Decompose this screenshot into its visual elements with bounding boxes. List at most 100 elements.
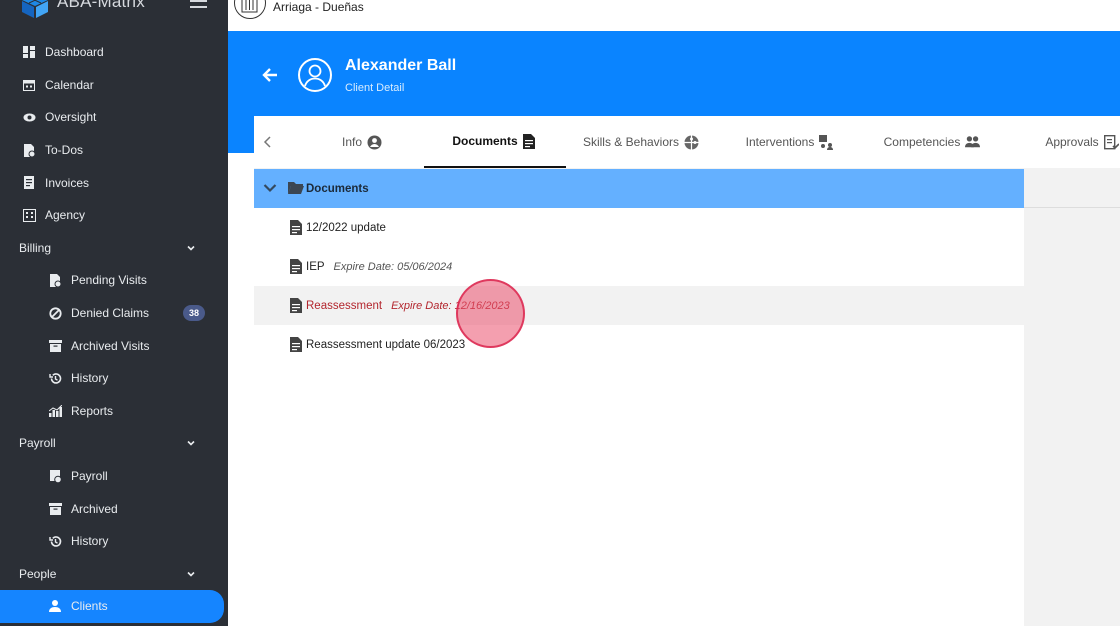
folder-label: Documents (306, 182, 369, 195)
sidebar-item-payroll-history[interactable]: History (0, 525, 228, 558)
tab-label: Documents (452, 134, 518, 148)
chevron-down-icon (187, 571, 195, 577)
tree-panel-side (1024, 169, 1120, 208)
sidebar-item-pending-visits[interactable]: Pending Visits (0, 264, 228, 297)
documents-folder-row[interactable]: Documents (254, 169, 1024, 208)
cube-logo-icon (22, 0, 48, 18)
hamburger-menu-icon[interactable] (190, 0, 207, 10)
sidebar-item-label: Oversight (45, 110, 97, 125)
sidebar-nav: Dashboard Calendar Oversight To-Dos Invo… (0, 36, 228, 623)
agency-icon (22, 208, 36, 222)
sidebar-item-label: To-Dos (45, 143, 84, 158)
history-icon (48, 371, 62, 385)
expire-date: Expire Date: 05/06/2024 (333, 260, 453, 273)
sidebar-item-label: Dashboard (45, 45, 104, 60)
sidebar-item-calendar[interactable]: Calendar (0, 69, 228, 102)
expire-date: Expire Date: 12/16/2023 (391, 299, 510, 312)
document-row-selected[interactable]: Reassessment Expire Date: 12/16/2023 (254, 286, 1024, 325)
organization-name: Arriaga - Dueñas (273, 0, 364, 14)
denied-icon (48, 306, 62, 320)
sidebar-item-archived-visits[interactable]: Archived Visits (0, 329, 228, 362)
approvals-icon (1103, 134, 1119, 150)
tab-label: Info (341, 135, 362, 149)
account-circle-icon (367, 135, 382, 150)
tab-label: Skills & Behaviors (582, 135, 680, 149)
calendar-icon (22, 78, 36, 92)
sidebar-item-label: Archived Visits (71, 338, 150, 353)
document-row[interactable]: IEP Expire Date: 05/06/2024 (254, 247, 1024, 286)
sidebar-item-clients[interactable]: Clients (0, 590, 224, 623)
document-icon (290, 220, 302, 235)
section-label: Billing (19, 240, 52, 255)
group-icon (965, 135, 981, 150)
document-icon (290, 298, 302, 313)
tab-label: Competencies (883, 135, 961, 149)
payroll-icon (48, 469, 62, 483)
invoice-icon (22, 176, 36, 190)
document-row[interactable]: Reassessment update 06/2023 (254, 325, 1024, 364)
puzzle-icon (684, 135, 699, 150)
sidebar-section-people[interactable]: People (0, 558, 228, 591)
folder-open-icon (288, 182, 304, 194)
tab-label: Approvals (1045, 135, 1099, 149)
reports-icon (48, 404, 62, 418)
chevron-down-icon (187, 245, 195, 251)
brand: ABA-Matrix (0, 0, 228, 22)
eye-icon (22, 110, 36, 124)
sidebar-item-oversight[interactable]: Oversight (0, 101, 228, 134)
document-row[interactable]: 12/2022 update (254, 208, 1024, 247)
todo-icon (22, 143, 36, 157)
sidebar-item-label: History (71, 371, 109, 386)
section-label: Payroll (19, 436, 56, 451)
organization-logo (234, 0, 266, 19)
client-detail-card: Info Documents Skills & Behaviors Interv… (254, 116, 1120, 626)
archive-icon (48, 339, 62, 353)
sidebar-item-history[interactable]: History (0, 362, 228, 395)
sidebar-item-todos[interactable]: To-Dos (0, 134, 228, 167)
sidebar-item-reports[interactable]: Reports (0, 395, 228, 428)
document-icon (522, 133, 538, 149)
document-icon (290, 259, 302, 274)
section-label: People (19, 566, 57, 581)
archive-icon (48, 502, 62, 516)
tab-info[interactable]: Info (302, 116, 422, 168)
tab-interventions[interactable]: Interventions (732, 116, 848, 168)
sidebar-item-dashboard[interactable]: Dashboard (0, 36, 228, 69)
interventions-icon (819, 134, 834, 150)
tab-label: Interventions (745, 135, 815, 149)
sidebar-item-label: Payroll (71, 469, 108, 484)
sidebar-item-label: History (71, 534, 109, 549)
chevron-down-icon[interactable] (263, 182, 277, 194)
sidebar-item-invoices[interactable]: Invoices (0, 166, 228, 199)
tab-competencies[interactable]: Competencies (874, 116, 990, 168)
history-icon (48, 534, 62, 548)
top-bar: Arriaga - Dueñas (228, 0, 1120, 31)
sidebar-item-label: Agency (45, 208, 86, 223)
sidebar: ABA-Matrix Dashboard Calendar Oversight … (0, 0, 228, 626)
sidebar-item-denied-claims[interactable]: Denied Claims 38 (0, 297, 228, 330)
client-subtitle: Client Detail (345, 82, 405, 94)
sidebar-item-label: Calendar (45, 77, 94, 92)
sidebar-item-label: Invoices (45, 175, 90, 190)
tab-documents[interactable]: Documents (424, 116, 566, 168)
tab-skills-behaviors[interactable]: Skills & Behaviors (570, 116, 712, 168)
sidebar-item-label: Reports (71, 403, 114, 418)
sidebar-section-payroll[interactable]: Payroll (0, 427, 228, 460)
sidebar-item-label: Clients (71, 599, 108, 614)
client-name: Alexander Ball (345, 57, 457, 74)
dashboard-icon (22, 45, 36, 59)
sidebar-item-archived[interactable]: Archived (0, 492, 228, 525)
sidebar-item-payroll[interactable]: Payroll (0, 460, 228, 493)
document-name: IEP (306, 260, 325, 273)
chevron-down-icon (187, 441, 195, 447)
avatar (298, 58, 332, 92)
chevron-left-icon[interactable] (262, 135, 274, 149)
brand-title: ABA-Matrix (57, 0, 145, 11)
back-arrow-icon[interactable] (261, 66, 279, 84)
document-name: 12/2022 update (306, 221, 386, 234)
sidebar-item-label: Denied Claims (71, 306, 150, 321)
sidebar-item-label: Pending Visits (71, 273, 147, 288)
tab-approvals[interactable]: Approvals (1034, 116, 1120, 168)
sidebar-item-agency[interactable]: Agency (0, 199, 228, 232)
sidebar-section-billing[interactable]: Billing (0, 232, 228, 265)
